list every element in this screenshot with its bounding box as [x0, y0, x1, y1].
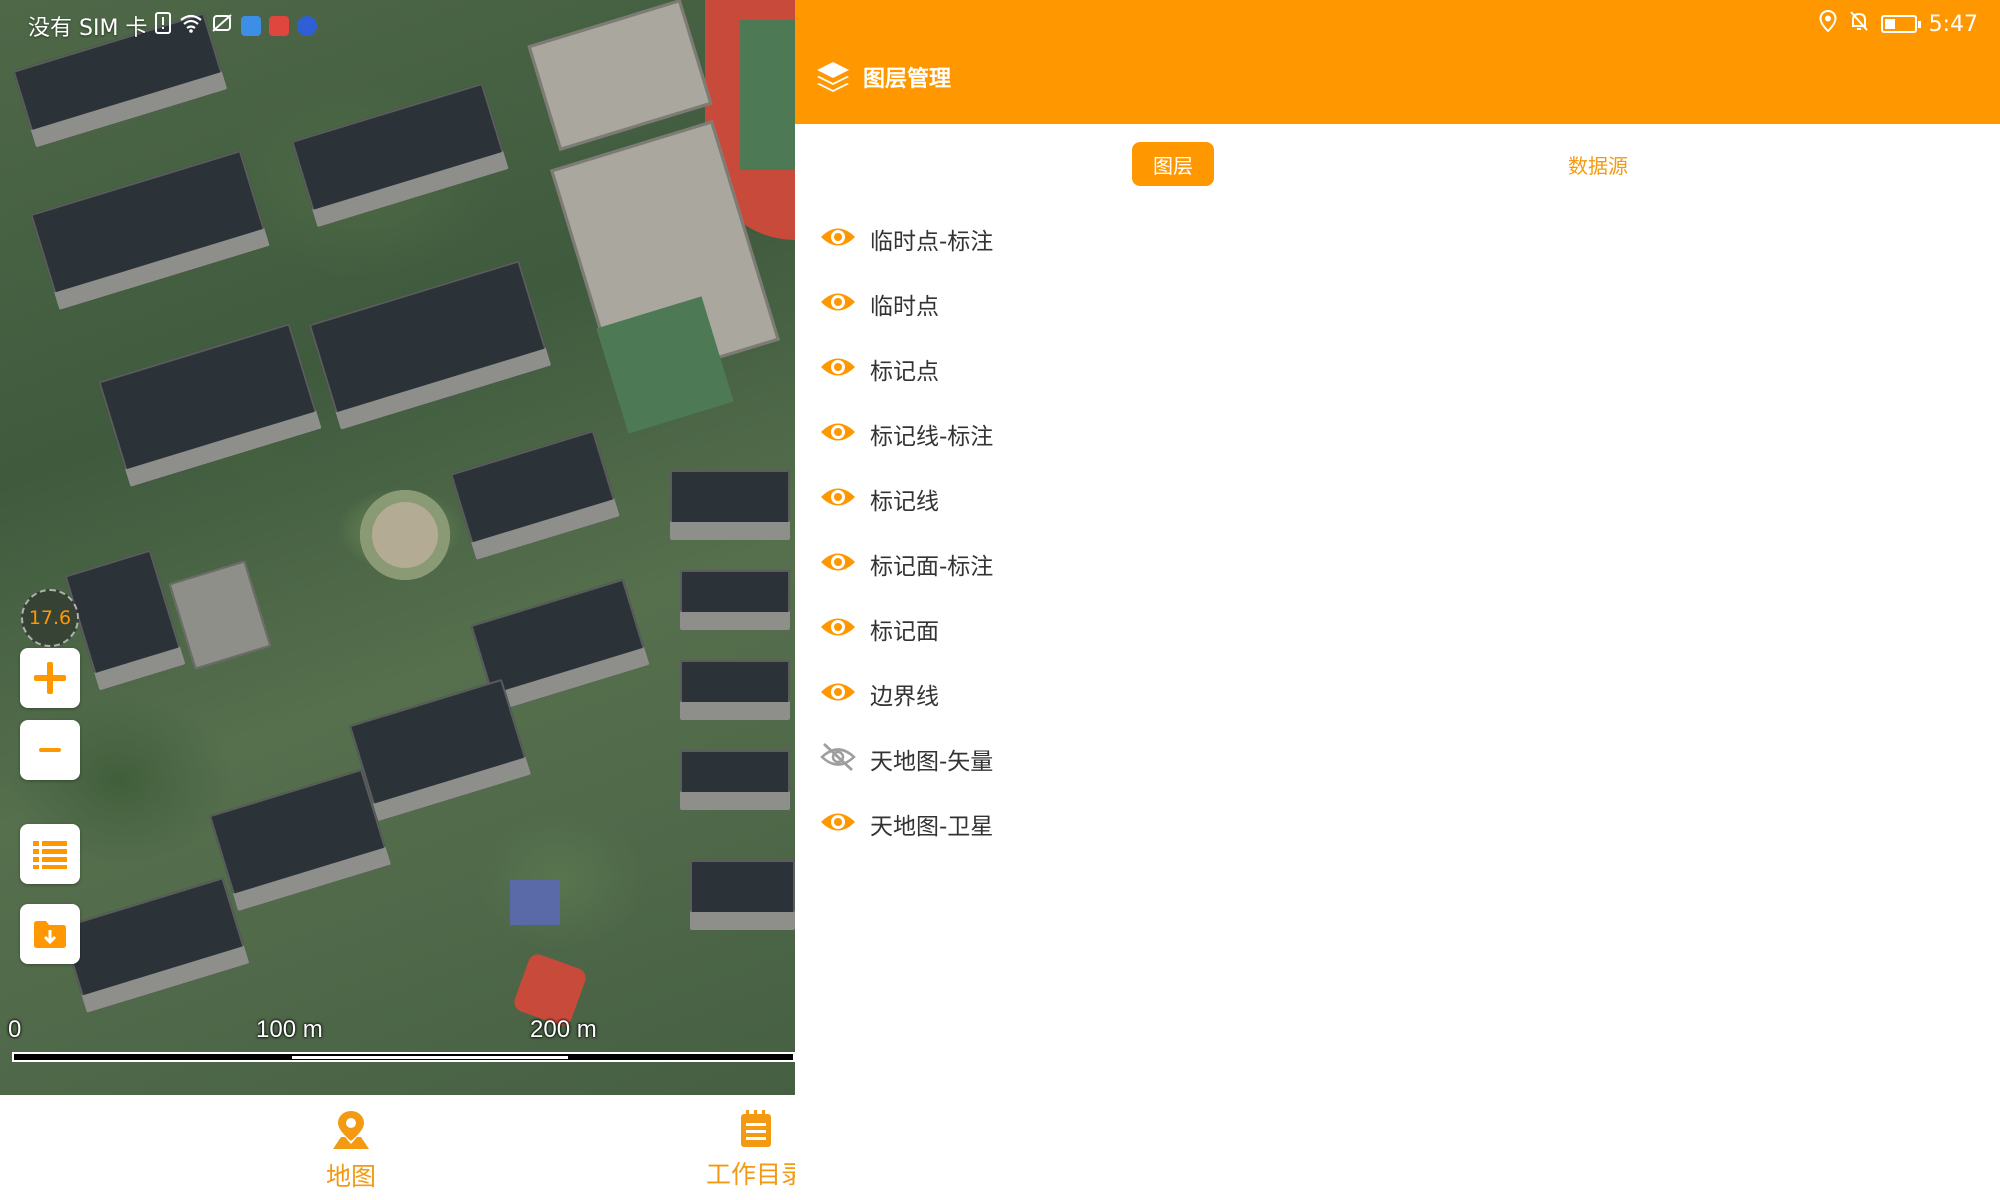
- layer-name: 天地图-矢量: [870, 749, 994, 775]
- map-imagery: [740, 20, 795, 170]
- layer-list-icon: [33, 841, 67, 869]
- nav-item-map[interactable]: 地图: [326, 1109, 376, 1193]
- eye-icon[interactable]: [819, 677, 857, 707]
- map-scale-bar: [12, 1052, 795, 1062]
- zoom-in-button[interactable]: [20, 648, 80, 708]
- layer-row[interactable]: 天地图-矢量: [795, 726, 2000, 791]
- battery-icon: [1880, 15, 1921, 33]
- map-imagery: [208, 768, 392, 912]
- zoom-level-value: 17.6: [28, 607, 72, 629]
- wifi-icon: [179, 13, 203, 39]
- layer-management-panel: 5:47 图层管理 图层 数据源 临时点-标注 临时点标记点标记线-标注 标记线标记…: [795, 0, 2000, 1200]
- zoom-out-icon: [39, 748, 61, 752]
- layer-list-button[interactable]: [20, 824, 80, 884]
- map-imagery: [360, 490, 450, 580]
- layer-name: 临时点-标注: [870, 229, 994, 255]
- map-imagery: [680, 660, 790, 720]
- map-imagery: [348, 678, 532, 822]
- layer-name: 临时点: [870, 294, 939, 320]
- app-icon-bulb: [297, 16, 318, 36]
- map-imagery: [60, 877, 250, 1013]
- page-title: 图层管理: [863, 67, 952, 92]
- eye-off-icon[interactable]: [819, 742, 857, 772]
- map-imagery: [670, 470, 790, 540]
- app-icon-red: [269, 16, 290, 36]
- layer-name: 天地图-卫星: [870, 814, 994, 840]
- map-imagery: [680, 750, 790, 810]
- folder-download-icon: [34, 921, 66, 948]
- layer-list: 临时点-标注 临时点标记点标记线-标注 标记线标记面-标注 标记面边界线天地图-矢量天…: [795, 206, 2000, 856]
- tab-layers[interactable]: 图层: [1132, 142, 1214, 186]
- layer-row[interactable]: 临时点-标注: [795, 206, 2000, 271]
- layer-row[interactable]: 标记线: [795, 466, 2000, 531]
- eye-icon[interactable]: [819, 612, 857, 642]
- map-imagery: [308, 260, 552, 430]
- map-view[interactable]: 没有 SIM 卡 17.6 0 100 m 200 m: [0, 0, 795, 1095]
- layer-row[interactable]: 标记面: [795, 596, 2000, 661]
- layer-name: 标记面: [870, 619, 939, 645]
- status-bar-left: 没有 SIM 卡: [28, 10, 318, 42]
- map-imagery: [291, 82, 509, 228]
- scale-label-200: 200 m: [530, 1016, 597, 1043]
- layer-row[interactable]: 临时点: [795, 271, 2000, 336]
- map-imagery: [30, 150, 270, 310]
- clipboard-icon: [741, 1110, 771, 1147]
- layer-row[interactable]: 标记点: [795, 336, 2000, 401]
- eye-icon[interactable]: [819, 417, 857, 447]
- scale-label-0: 0: [8, 1016, 22, 1043]
- zoom-out-button[interactable]: [20, 720, 80, 780]
- scale-label-100: 100 m: [256, 1016, 323, 1043]
- eye-icon[interactable]: [819, 547, 857, 577]
- map-pin-icon: [333, 1111, 369, 1149]
- map-imagery: [168, 560, 272, 670]
- eye-icon[interactable]: [819, 807, 857, 837]
- bottom-navigation: 地图 工作目录: [0, 1095, 795, 1200]
- layer-row[interactable]: 天地图-卫星: [795, 791, 2000, 856]
- sim-alert-icon: [155, 12, 172, 40]
- layer-name: 标记线: [870, 489, 939, 515]
- map-imagery: [450, 430, 620, 560]
- tab-data-source[interactable]: 数据源: [1555, 142, 1641, 186]
- vpn-icon: [211, 13, 233, 39]
- panel-title-group: 图层管理: [815, 60, 951, 94]
- layer-name: 边界线: [870, 684, 939, 710]
- folder-download-button[interactable]: [20, 904, 80, 964]
- nav-label-work-directory: 工作目录: [706, 1160, 795, 1189]
- layer-name: 标记点: [870, 359, 939, 385]
- nav-item-work-directory[interactable]: 工作目录: [706, 1109, 795, 1191]
- bell-off-icon: [1849, 10, 1869, 38]
- map-imagery: [680, 570, 790, 630]
- app-icon-blue: [241, 16, 262, 36]
- panel-tabs: 图层 数据源: [795, 124, 2000, 204]
- eye-icon[interactable]: [819, 482, 857, 512]
- carrier-text: 没有 SIM 卡: [28, 16, 148, 41]
- eye-icon[interactable]: [819, 352, 857, 382]
- zoom-in-icon: [34, 662, 66, 694]
- map-scale-labels: 0 100 m 200 m: [0, 1016, 795, 1046]
- panel-header: 5:47 图层管理: [795, 0, 2000, 124]
- layer-row[interactable]: 标记线-标注: [795, 401, 2000, 466]
- layer-name: 标记线-标注: [870, 424, 994, 450]
- layer-name: 标记面-标注: [870, 554, 994, 580]
- eye-icon[interactable]: [819, 222, 857, 252]
- layers-icon: [817, 62, 849, 92]
- location-icon: [1819, 9, 1837, 38]
- status-bar-right: 5:47: [1819, 9, 1978, 38]
- map-imagery: [510, 880, 560, 925]
- map-imagery: [64, 549, 186, 691]
- zoom-level-badge: 17.6: [21, 589, 79, 647]
- map-imagery: [98, 323, 322, 487]
- clock-time: 5:47: [1928, 11, 1978, 37]
- layer-row[interactable]: 标记面-标注: [795, 531, 2000, 596]
- map-imagery: [690, 860, 795, 930]
- nav-label-map: 地图: [326, 1162, 377, 1191]
- layer-row[interactable]: 边界线: [795, 661, 2000, 726]
- eye-icon[interactable]: [819, 287, 857, 317]
